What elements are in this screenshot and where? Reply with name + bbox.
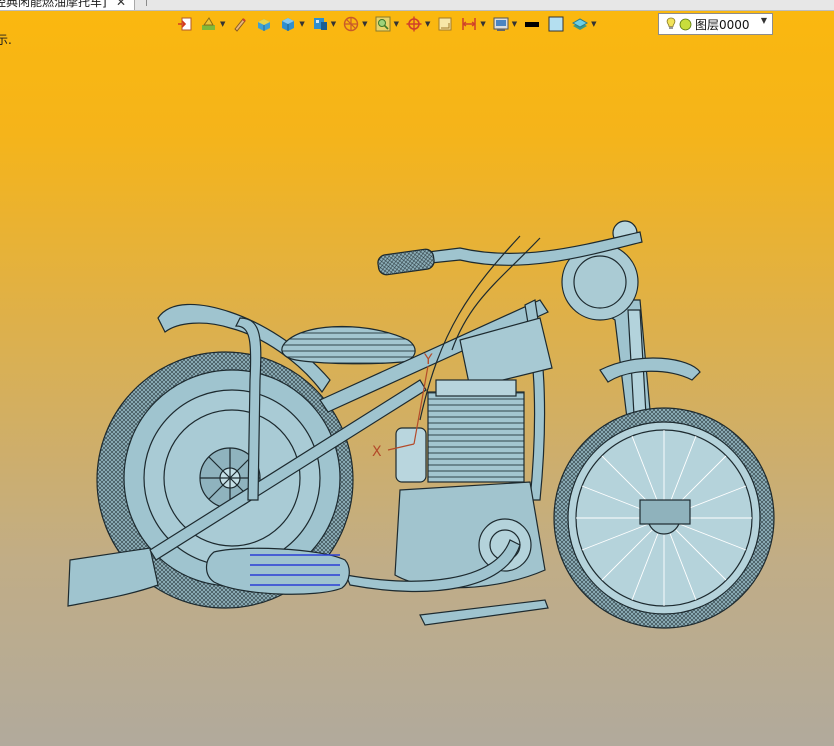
tab-divider [146, 0, 147, 6]
axis-y-label: Y [423, 352, 433, 368]
document-tab[interactable]: 经典闲能燃油摩托车] ✕ [0, 0, 135, 10]
chevron-down-icon: ▼ [299, 20, 305, 28]
frame-select-button[interactable] [436, 13, 454, 35]
view-cube-button[interactable]: ▼ [311, 13, 336, 35]
front-fender [599, 357, 701, 383]
chevron-down-icon: ▼ [220, 20, 226, 28]
layer-manager-icon [572, 18, 589, 30]
chevron-down-icon: ▼ [393, 20, 399, 28]
shaded-solid-icon [258, 19, 271, 31]
document-tab-title: 经典闲能燃油摩托车] [0, 0, 107, 9]
seat [281, 325, 416, 365]
exit-sketch-icon [178, 17, 192, 31]
layer-name: 图层0000 [695, 17, 750, 32]
render-settings-button[interactable]: ▼ [492, 13, 517, 35]
view-orient-button[interactable]: ▼ [342, 13, 368, 35]
exit-sketch-button[interactable] [176, 13, 194, 35]
layer-manager-button[interactable]: ▼ [571, 13, 597, 35]
document-tab-strip: 经典闲能燃油摩托车] ✕ [0, 0, 834, 11]
view-toolbar: ▼ ▼ ▼ ▼ ▼ ▼ ▼ ▼ ▼ [176, 12, 603, 36]
chevron-down-icon: ▼ [362, 20, 368, 28]
zoom-fit-button[interactable]: ▼ [374, 13, 399, 35]
model-viewport[interactable]: X Y [0, 40, 834, 746]
layer-select[interactable]: 图层0000 ▼ [658, 13, 773, 35]
engine-head [435, 379, 517, 397]
dimension-button[interactable]: ▼ [460, 13, 486, 35]
line-color-icon [525, 22, 540, 27]
view-cube-icon [313, 18, 327, 30]
sketch-tools-button[interactable]: ▼ [200, 13, 225, 35]
engine-cylinder [427, 391, 525, 483]
chevron-down-icon: ▼ [511, 20, 518, 28]
sketch-tools-icon [202, 17, 215, 30]
chevron-down-icon: ▼ [591, 20, 597, 28]
air-filter [395, 427, 427, 483]
pencil-icon [234, 18, 247, 32]
layer-color-icon[interactable] [679, 18, 692, 31]
chevron-down-icon: ▼ [424, 20, 431, 28]
footrest [419, 599, 549, 626]
chevron-down-icon: ▼ [330, 20, 337, 28]
zoom-fit-icon [375, 16, 391, 32]
pan-target-icon [406, 16, 422, 32]
display-mode-icon [282, 18, 295, 31]
display-mode-button[interactable]: ▼ [279, 13, 305, 35]
render-settings-icon [493, 17, 509, 31]
frame-select-icon [438, 17, 452, 31]
rear-flap [67, 547, 159, 607]
pencil-button[interactable] [231, 13, 249, 35]
face-color-icon [548, 16, 564, 32]
chevron-down-icon: ▼ [480, 20, 486, 28]
pan-target-button[interactable]: ▼ [405, 13, 430, 35]
chevron-down-icon[interactable]: ▼ [761, 16, 767, 25]
line-color-swatch[interactable] [523, 13, 541, 35]
handle-grip [377, 248, 435, 276]
face-color-swatch[interactable] [547, 13, 565, 35]
axis-x-label: X [372, 444, 382, 460]
dimension-icon [462, 18, 477, 30]
close-icon[interactable]: ✕ [116, 0, 126, 10]
view-orient-icon [343, 16, 359, 32]
lightbulb-icon[interactable] [665, 17, 677, 31]
shaded-solid-button[interactable] [255, 13, 273, 35]
front-brake [639, 499, 691, 525]
motorcycle-model[interactable] [67, 220, 775, 629]
